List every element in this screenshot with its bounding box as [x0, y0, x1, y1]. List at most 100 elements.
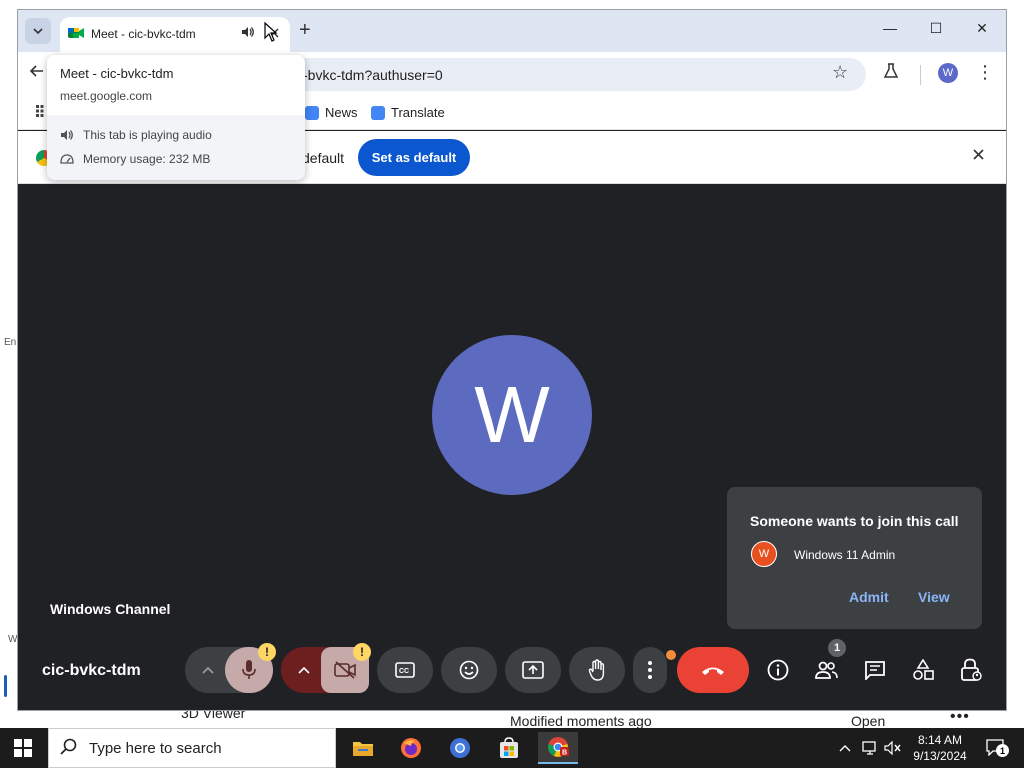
arrow-left-icon: [29, 65, 43, 77]
volume-muted-icon[interactable]: [884, 728, 902, 768]
taskbar: Type here to search B 8:14 AM 9/13/2024 …: [0, 728, 1024, 768]
chrome-taskbar-icon[interactable]: B: [538, 732, 578, 764]
host-controls-button[interactable]: [957, 647, 985, 693]
set-as-default-button[interactable]: Set as default: [358, 139, 470, 176]
desktop-text: En: [4, 337, 17, 348]
clock-time: 8:14 AM: [917, 733, 963, 747]
leave-call-button[interactable]: [677, 647, 749, 693]
info-icon: [767, 659, 789, 681]
tab-hover-card: Meet - cic-bvkc-tdm meet.google.com This…: [47, 55, 305, 180]
microphone-icon: [242, 660, 256, 679]
file-explorer-icon[interactable]: [343, 732, 383, 764]
chevron-down-icon: [33, 28, 43, 35]
labs-flask-icon[interactable]: [883, 63, 899, 84]
maximize-button[interactable]: ☐: [916, 20, 956, 37]
menu-icon[interactable]: ⋮: [976, 62, 994, 83]
bookmark-translate[interactable]: Translate: [371, 105, 445, 120]
mouse-cursor-icon: [264, 21, 278, 47]
emoji-icon: [459, 660, 479, 680]
join-request-card: Someone wants to join this call W Window…: [727, 487, 982, 629]
requester-avatar: W: [751, 541, 777, 567]
hovercard-memory-text: Memory usage: 232 MB: [83, 152, 211, 166]
gauge-icon: [60, 154, 74, 164]
hovercard-title: Meet - cic-bvkc-tdm: [60, 66, 174, 81]
chat-icon: [865, 661, 885, 680]
meeting-code: cic-bvkc-tdm: [42, 662, 141, 679]
chevron-up-icon: [202, 666, 214, 674]
chat-button[interactable]: [861, 647, 889, 693]
people-icon: [815, 661, 838, 679]
tab-title: Meet - cic-bvkc-tdm: [91, 27, 196, 41]
new-tab-button[interactable]: +: [299, 20, 311, 40]
present-screen-button[interactable]: [505, 647, 561, 693]
emoji-reaction-button[interactable]: [441, 647, 497, 693]
tab-search-button[interactable]: [25, 18, 51, 44]
meet-icon: [68, 28, 84, 38]
network-icon[interactable]: [862, 728, 878, 768]
participant-avatar: W: [432, 335, 592, 495]
start-button[interactable]: [14, 739, 32, 757]
requester-name: Windows 11 Admin: [794, 548, 896, 562]
lock-person-icon: [961, 658, 982, 681]
back-button[interactable]: [29, 64, 44, 83]
hovercard-memory-row: Memory usage: 232 MB: [60, 152, 210, 166]
translate-icon: [371, 105, 385, 120]
taskbar-search[interactable]: Type here to search: [48, 728, 336, 768]
minimize-button[interactable]: —: [870, 20, 910, 36]
participant-name: Windows Channel: [50, 601, 171, 617]
bookmark-star-icon[interactable]: ☆: [832, 62, 848, 83]
present-icon: [522, 661, 544, 679]
hovercard-url: meet.google.com: [60, 89, 153, 103]
shapes-icon: [913, 659, 934, 680]
svg-text:CC: CC: [399, 668, 409, 675]
hovercard-audio-text: This tab is playing audio: [83, 128, 212, 142]
mic-warning-badge: !: [258, 643, 276, 661]
bookmark-label: Translate: [391, 105, 445, 120]
show-hidden-icons-chevron-icon[interactable]: [839, 728, 851, 768]
more-vert-icon: [648, 661, 652, 679]
captions-button[interactable]: CC: [377, 647, 433, 693]
activities-button[interactable]: [909, 647, 937, 693]
window-close-button[interactable]: ✕: [962, 20, 1002, 37]
speaker-icon[interactable]: [241, 26, 255, 41]
search-icon: [60, 738, 78, 761]
toolbar-separator: [920, 65, 921, 85]
view-button[interactable]: View: [918, 589, 950, 605]
camera-warning-badge: !: [353, 643, 371, 661]
hovercard-audio-row: This tab is playing audio: [60, 128, 212, 142]
camera-off-icon: [334, 661, 356, 679]
hang-up-icon: [702, 667, 724, 675]
clock-date: 9/13/2024: [913, 749, 967, 763]
speaker-icon: [61, 130, 73, 140]
meet-stage: W Windows Channel Someone wants to join …: [18, 185, 1006, 710]
notification-count-badge: 1: [996, 744, 1009, 757]
bookmark-label: News: [325, 105, 358, 120]
raise-hand-button[interactable]: [569, 647, 625, 693]
infobar-text: default: [302, 150, 345, 166]
admit-button[interactable]: Admit: [849, 589, 889, 605]
news-icon: [305, 105, 319, 120]
hand-icon: [588, 659, 605, 681]
join-request-title: Someone wants to join this call: [750, 513, 959, 529]
search-placeholder: Type here to search: [89, 740, 222, 757]
browser-window: Meet - cic-bvkc-tdm + — ☐ ✕ -bvkc-tdm?au…: [17, 9, 1007, 711]
background-modified: Modified moments ago: [510, 713, 652, 729]
people-count-badge: 1: [828, 639, 846, 657]
chevron-up-icon: [298, 666, 310, 674]
address-text: -bvkc-tdm?authuser=0: [303, 67, 443, 83]
chromium-icon[interactable]: [440, 732, 480, 764]
captions-icon: CC: [395, 662, 415, 678]
svg-text:B: B: [562, 750, 567, 757]
notification-dot: [666, 650, 676, 660]
taskbar-clock[interactable]: 8:14 AM 9/13/2024: [906, 732, 974, 764]
firefox-icon[interactable]: [391, 732, 431, 764]
infobar-close-icon[interactable]: [973, 147, 984, 165]
hovercard-details: This tab is playing audio Memory usage: …: [47, 115, 305, 180]
meeting-info-button[interactable]: [764, 647, 792, 693]
more-options-button[interactable]: [633, 647, 667, 693]
title-bar: Meet - cic-bvkc-tdm + — ☐ ✕: [18, 10, 1006, 52]
browser-tab-meet[interactable]: Meet - cic-bvkc-tdm: [60, 17, 290, 52]
bookmark-news[interactable]: News: [305, 105, 358, 120]
microsoft-store-icon[interactable]: [489, 732, 529, 764]
profile-avatar[interactable]: W: [938, 63, 958, 83]
